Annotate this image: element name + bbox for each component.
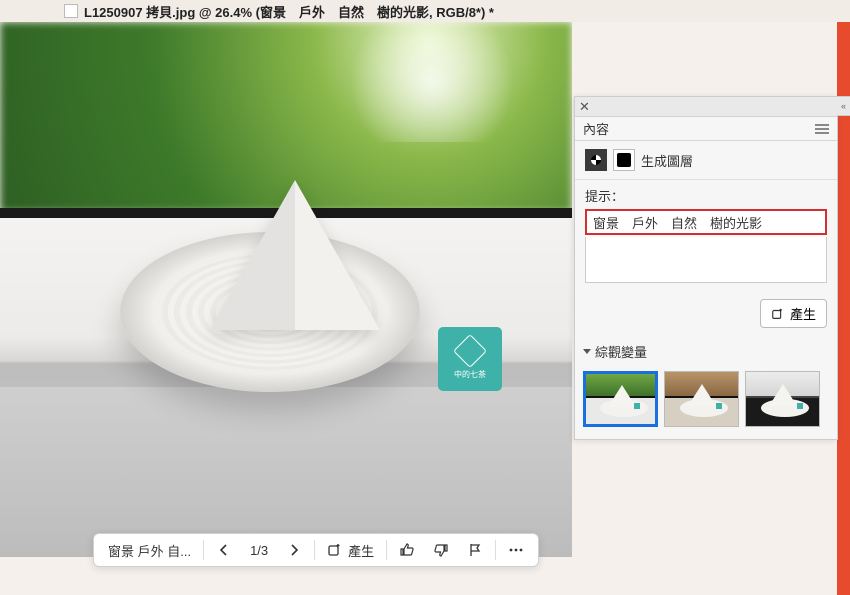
- panel-collapse-handle[interactable]: «: [837, 96, 850, 116]
- mask-icon: [613, 149, 635, 171]
- prompt-input[interactable]: 窗景 戶外 自然 樹的光影: [585, 209, 827, 235]
- variation-thumb-1[interactable]: [583, 371, 658, 427]
- tea-tag-text: 中的七茶: [454, 369, 486, 380]
- chevron-down-icon: [583, 349, 591, 354]
- file-icon: [64, 4, 78, 18]
- panel-close-button[interactable]: ✕: [579, 99, 590, 115]
- tea-tag: 中的七茶: [438, 327, 502, 391]
- prompt-text: 窗景 戶外 自然 樹的光影: [593, 213, 762, 232]
- prompt-input-expanded[interactable]: [585, 237, 827, 283]
- generative-layer-label: 生成圖層: [641, 151, 693, 170]
- prompt-preview[interactable]: 窗景 戶外 自...: [100, 537, 199, 563]
- panel-header: ✕: [575, 97, 837, 117]
- more-icon: [508, 542, 524, 558]
- flag-icon: [467, 542, 483, 558]
- sparkle-icon: [771, 307, 785, 321]
- more-button[interactable]: [500, 537, 532, 563]
- panel-menu-icon[interactable]: [815, 124, 829, 134]
- variation-counter: 1/3: [242, 537, 276, 563]
- variation-thumb-2[interactable]: [664, 371, 739, 427]
- properties-panel: « ✕ 內容 生成圖層 提示： 窗景 戶外 自然 樹的光影 產生 綜觀變量: [574, 96, 838, 440]
- flag-button[interactable]: [459, 537, 491, 563]
- generate-button-toolbar[interactable]: 產生: [319, 537, 382, 563]
- thumbs-up-button[interactable]: [391, 537, 423, 563]
- image-content: 中的七茶: [0, 22, 572, 557]
- variations-section-header[interactable]: 綜觀變量: [575, 338, 837, 365]
- thumbs-down-icon: [433, 542, 449, 558]
- generate-panel-label: 產生: [790, 304, 816, 323]
- adjustment-icon: [585, 149, 607, 171]
- window-titlebar: L1250907 拷貝.jpg @ 26.4% (窗景 戶外 自然 樹的光影, …: [0, 0, 850, 22]
- prompt-field-label: 提示：: [585, 186, 827, 205]
- generate-button-panel[interactable]: 產生: [760, 299, 827, 328]
- next-variation-button[interactable]: [278, 537, 310, 563]
- tab-content[interactable]: 內容: [583, 119, 609, 138]
- contextual-taskbar: 窗景 戶外 自... 1/3 產生: [93, 533, 539, 567]
- generative-layer-row[interactable]: 生成圖層: [575, 141, 837, 180]
- document-canvas[interactable]: 中的七茶: [0, 22, 572, 557]
- variation-thumb-3[interactable]: [745, 371, 820, 427]
- variation-thumbnails: [575, 365, 837, 439]
- prompt-preview-text: 窗景 戶外 自...: [108, 541, 191, 560]
- window-title: L1250907 拷貝.jpg @ 26.4% (窗景 戶外 自然 樹的光影, …: [84, 2, 494, 21]
- generate-label: 產生: [348, 541, 374, 560]
- variations-label: 綜觀變量: [595, 342, 647, 361]
- sparkle-icon: [327, 542, 343, 558]
- thumbs-up-icon: [399, 542, 415, 558]
- thumbs-down-button[interactable]: [425, 537, 457, 563]
- prev-variation-button[interactable]: [208, 537, 240, 563]
